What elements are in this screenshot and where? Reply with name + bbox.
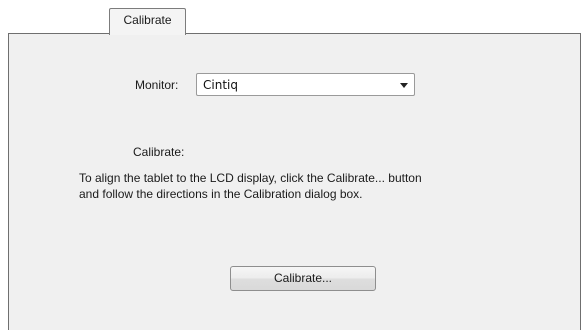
monitor-select[interactable]: Cintiq	[196, 73, 415, 96]
instructions-line-2: and follow the directions in the Calibra…	[79, 187, 363, 201]
calibrate-dialog: Calibrate Monitor: Cintiq Calibrate: To …	[0, 0, 588, 330]
tab-calibrate[interactable]: Calibrate	[109, 8, 186, 35]
calibrate-button[interactable]: Calibrate...	[230, 266, 376, 291]
monitor-select-value: Cintiq	[203, 78, 238, 92]
monitor-label: Monitor:	[135, 78, 179, 92]
calibrate-instructions: To align the tablet to the LCD display, …	[79, 170, 519, 202]
instructions-line-1: To align the tablet to the LCD display, …	[79, 171, 422, 185]
chevron-down-icon	[400, 83, 408, 88]
calibrate-section-label: Calibrate:	[133, 145, 185, 159]
